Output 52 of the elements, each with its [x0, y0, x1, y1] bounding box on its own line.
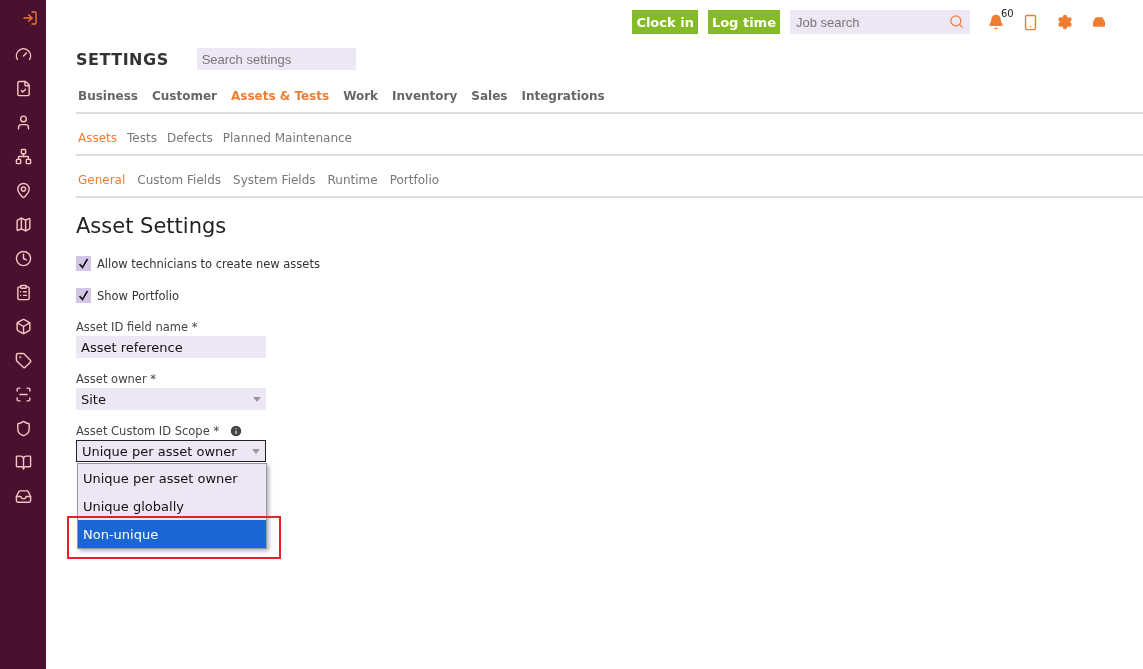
page-title: SETTINGS	[76, 49, 169, 69]
clock-icon[interactable]	[14, 250, 32, 267]
gauge-icon[interactable]	[14, 46, 32, 63]
info-icon[interactable]	[229, 424, 244, 438]
tab[interactable]: Runtime	[327, 173, 378, 187]
hierarchy-icon[interactable]	[14, 148, 32, 165]
tab[interactable]: Assets	[78, 131, 118, 145]
checkbox[interactable]	[76, 256, 91, 271]
checklist-document-icon[interactable]	[14, 80, 32, 97]
section-heading: Asset Settings	[76, 214, 228, 238]
settings-icon[interactable]	[1057, 14, 1073, 30]
tab[interactable]: Integrations	[521, 89, 605, 103]
check-icon	[78, 290, 89, 301]
map-icon[interactable]	[14, 216, 32, 233]
tab[interactable]: Customer	[151, 89, 217, 103]
checkbox-label: Allow technicians to create new assets	[97, 256, 320, 271]
tab[interactable]: Portfolio	[389, 173, 440, 187]
phone-icon[interactable]	[1022, 13, 1039, 31]
map-pin-icon[interactable]	[14, 182, 32, 199]
tab[interactable]: System Fields	[233, 173, 316, 187]
text-field[interactable]: Asset reference	[76, 336, 266, 358]
tab[interactable]: Inventory	[392, 89, 458, 103]
tab[interactable]: Tests	[127, 131, 157, 145]
shield-icon[interactable]	[14, 420, 32, 437]
field-label: Asset Custom ID Scope *	[76, 424, 220, 438]
notification-count: 60	[1001, 8, 1014, 19]
tag-icon[interactable]	[14, 352, 32, 369]
job-search-field[interactable]: Job search	[790, 10, 970, 34]
tab[interactable]: Assets & Tests	[230, 89, 330, 103]
tab[interactable]: Custom Fields	[137, 173, 222, 187]
settings-search-field[interactable]: Search settings	[196, 48, 356, 70]
tab[interactable]: Work	[343, 89, 379, 103]
checkbox[interactable]	[76, 288, 91, 303]
cube-icon[interactable]	[14, 318, 32, 335]
book-icon[interactable]	[14, 454, 32, 471]
search-icon	[949, 14, 964, 29]
tab[interactable]: Business	[78, 89, 138, 103]
select-field[interactable]: Site	[76, 388, 266, 410]
expand-icon[interactable]	[22, 10, 38, 26]
field-label: Asset owner *	[76, 372, 157, 386]
dropdown-option[interactable]: Unique globally	[78, 492, 266, 520]
clipboard-icon[interactable]	[14, 284, 32, 301]
dropdown-option[interactable]: Non-unique	[78, 520, 266, 548]
tab[interactable]: Defects	[166, 131, 213, 145]
check-icon	[78, 258, 89, 269]
field-label: Asset ID field name *	[76, 320, 198, 334]
dropdown-option[interactable]: Unique per asset owner	[78, 464, 266, 492]
tab[interactable]: Planned Maintenance	[222, 131, 352, 145]
tab[interactable]: General	[78, 173, 126, 187]
tab[interactable]: Sales	[471, 89, 508, 103]
scan-frame-icon[interactable]	[14, 386, 32, 403]
checkbox-label: Show Portfolio	[97, 288, 179, 303]
